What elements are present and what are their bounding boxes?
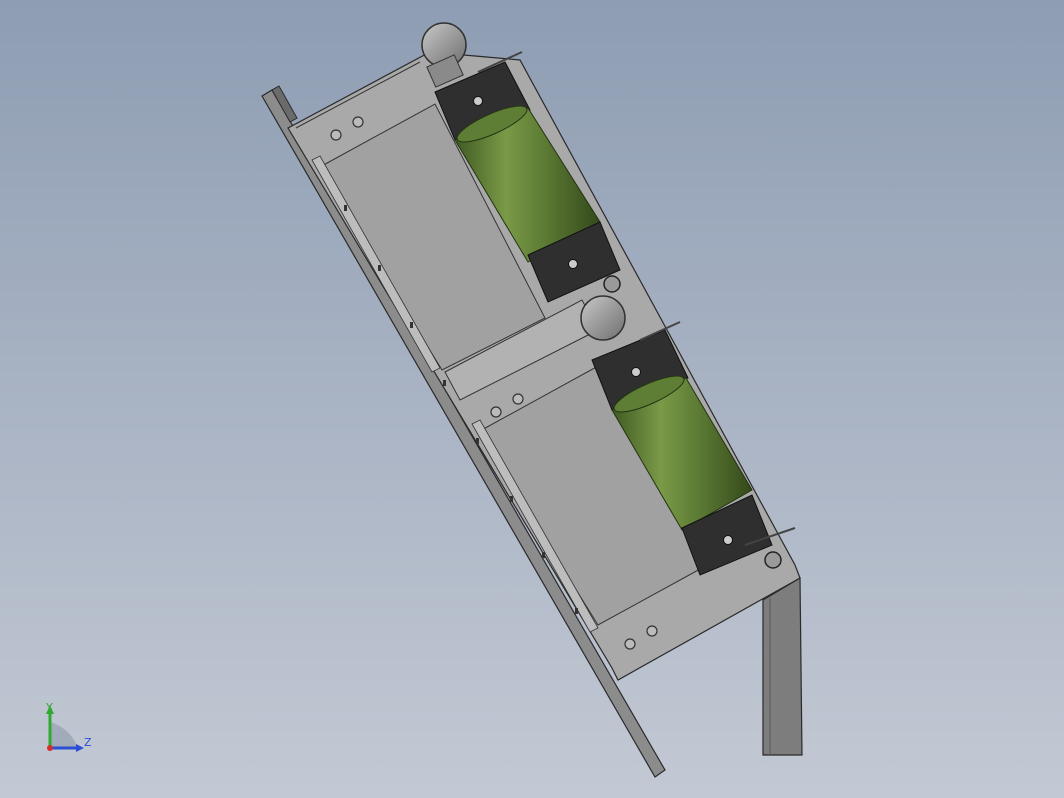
- upper-hole: [352, 116, 364, 128]
- cad-graphics-viewport[interactable]: Y Z: [0, 0, 1064, 798]
- lower-hole: [512, 393, 524, 405]
- support-leg[interactable]: [762, 576, 803, 756]
- lower-hole: [490, 406, 502, 418]
- triad-z-label: Z: [84, 736, 92, 749]
- lower-bearing: [764, 551, 782, 569]
- bolt-icon: [723, 535, 733, 545]
- upper-hole: [330, 129, 342, 141]
- lower-hole: [624, 638, 636, 650]
- bolt-icon: [473, 96, 483, 106]
- triad-y-label: Y: [45, 701, 53, 714]
- lower-hole: [646, 625, 658, 637]
- upper-bearing: [603, 275, 621, 293]
- bolt-icon: [631, 367, 641, 377]
- lower-motor[interactable]: [580, 295, 626, 341]
- bolt-icon: [568, 259, 578, 269]
- triad-origin: [47, 745, 53, 751]
